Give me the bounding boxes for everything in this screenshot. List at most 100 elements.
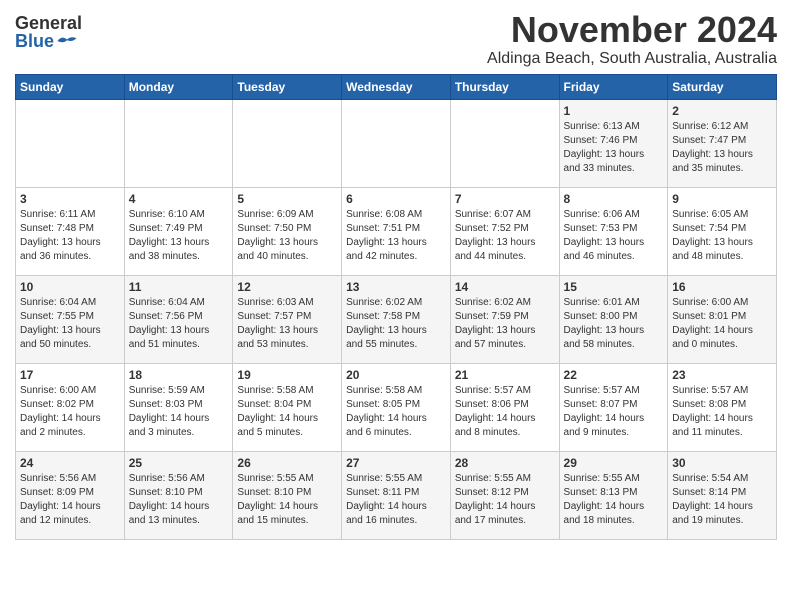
day-number: 27 xyxy=(346,456,446,470)
table-row xyxy=(450,99,559,187)
page-header: General Blue November 2024 Aldinga Beach… xyxy=(15,10,777,68)
table-row: 13Sunrise: 6:02 AM Sunset: 7:58 PM Dayli… xyxy=(342,275,451,363)
day-info: Sunrise: 5:55 AM Sunset: 8:13 PM Dayligh… xyxy=(564,472,664,528)
table-row: 27 Sunrise: 5:55 AM Sunset: 8:11 PM Dayli… xyxy=(342,451,451,539)
day-number: 20 xyxy=(346,368,446,382)
day-number: 5 xyxy=(237,192,337,206)
table-row: 24 Sunrise: 5:56 AM Sunset: 8:09 PM Dayli… xyxy=(16,451,125,539)
table-row: 6 Sunrise: 6:08 AM Sunset: 7:51 PM Daylig… xyxy=(342,187,451,275)
table-row xyxy=(342,99,451,187)
col-thursday: Thursday xyxy=(450,74,559,99)
day-number: 7 xyxy=(455,192,555,206)
table-row: 26 Sunrise: 5:55 AM Sunset: 8:10 PM Dayli… xyxy=(233,451,342,539)
day-number: 26 xyxy=(237,456,337,470)
logo: General Blue xyxy=(15,10,82,50)
day-info: Sunrise: 6:12 AM Sunset: 7:47 PM Dayligh… xyxy=(672,120,772,176)
day-info: Sunrise: 5:54 AM Sunset: 8:14 PM Dayligh… xyxy=(672,472,772,528)
day-info: Sunrise: 6:05 AM Sunset: 7:54 PM Dayligh… xyxy=(672,208,772,264)
day-number: 11 xyxy=(129,280,229,294)
col-saturday: Saturday xyxy=(668,74,777,99)
table-row xyxy=(124,99,233,187)
table-row: 22Sunrise: 5:57 AM Sunset: 8:07 PM Dayli… xyxy=(559,363,668,451)
day-number: 13 xyxy=(346,280,446,294)
day-number: 29 xyxy=(564,456,664,470)
day-number: 16 xyxy=(672,280,772,294)
day-info: Sunrise: 6:01 AM Sunset: 8:00 PM Dayligh… xyxy=(564,296,664,352)
day-number: 1 xyxy=(564,104,664,118)
day-number: 6 xyxy=(346,192,446,206)
table-row: 9 Sunrise: 6:05 AM Sunset: 7:54 PM Daylig… xyxy=(668,187,777,275)
day-info: Sunrise: 6:09 AM Sunset: 7:50 PM Dayligh… xyxy=(237,208,337,264)
location-title: Aldinga Beach, South Australia, Australi… xyxy=(487,50,777,68)
day-info: Sunrise: 6:00 AM Sunset: 8:02 PM Dayligh… xyxy=(20,384,120,440)
calendar-table: Sunday Monday Tuesday Wednesday Thursday… xyxy=(15,74,777,540)
col-sunday: Sunday xyxy=(16,74,125,99)
logo-blue-text: Blue xyxy=(15,32,78,50)
table-row: 19Sunrise: 5:58 AM Sunset: 8:04 PM Dayli… xyxy=(233,363,342,451)
day-number: 3 xyxy=(20,192,120,206)
calendar-header: Sunday Monday Tuesday Wednesday Thursday… xyxy=(16,74,777,99)
table-row: 10 Sunrise: 6:04 AM Sunset: 7:55 PM Dayli… xyxy=(16,275,125,363)
day-info: Sunrise: 5:58 AM Sunset: 8:04 PM Dayligh… xyxy=(237,384,337,440)
day-number: 12 xyxy=(237,280,337,294)
table-row: 3Sunrise: 6:11 AM Sunset: 7:48 PM Daylig… xyxy=(16,187,125,275)
day-info: Sunrise: 6:10 AM Sunset: 7:49 PM Dayligh… xyxy=(129,208,229,264)
day-info: Sunrise: 5:58 AM Sunset: 8:05 PM Dayligh… xyxy=(346,384,446,440)
table-row: 8 Sunrise: 6:06 AM Sunset: 7:53 PM Daylig… xyxy=(559,187,668,275)
table-row: 28 Sunrise: 5:55 AM Sunset: 8:12 PM Dayli… xyxy=(450,451,559,539)
title-block: November 2024 Aldinga Beach, South Austr… xyxy=(487,10,777,68)
day-info: Sunrise: 5:55 AM Sunset: 8:12 PM Dayligh… xyxy=(455,472,555,528)
table-row: 12 Sunrise: 6:03 AM Sunset: 7:57 PM Dayli… xyxy=(233,275,342,363)
logo-bird-icon xyxy=(56,33,78,49)
day-number: 10 xyxy=(20,280,120,294)
table-row: 23 Sunrise: 5:57 AM Sunset: 8:08 PM Dayli… xyxy=(668,363,777,451)
table-row: 25 Sunrise: 5:56 AM Sunset: 8:10 PM Dayli… xyxy=(124,451,233,539)
col-tuesday: Tuesday xyxy=(233,74,342,99)
day-number: 21 xyxy=(455,368,555,382)
table-row: 29 Sunrise: 5:55 AM Sunset: 8:13 PM Dayli… xyxy=(559,451,668,539)
table-row: 30Sunrise: 5:54 AM Sunset: 8:14 PM Dayli… xyxy=(668,451,777,539)
day-number: 17 xyxy=(20,368,120,382)
day-info: Sunrise: 5:59 AM Sunset: 8:03 PM Dayligh… xyxy=(129,384,229,440)
day-info: Sunrise: 6:06 AM Sunset: 7:53 PM Dayligh… xyxy=(564,208,664,264)
day-info: Sunrise: 6:03 AM Sunset: 7:57 PM Dayligh… xyxy=(237,296,337,352)
day-number: 25 xyxy=(129,456,229,470)
table-row: 20 Sunrise: 5:58 AM Sunset: 8:05 PM Dayli… xyxy=(342,363,451,451)
calendar-week-row: 1Sunrise: 6:13 AM Sunset: 7:46 PM Daylig… xyxy=(16,99,777,187)
col-friday: Friday xyxy=(559,74,668,99)
day-info: Sunrise: 6:04 AM Sunset: 7:55 PM Dayligh… xyxy=(20,296,120,352)
day-info: Sunrise: 5:56 AM Sunset: 8:10 PM Dayligh… xyxy=(129,472,229,528)
day-number: 8 xyxy=(564,192,664,206)
calendar-week-row: 17 Sunrise: 6:00 AM Sunset: 8:02 PM Dayli… xyxy=(16,363,777,451)
day-info: Sunrise: 5:57 AM Sunset: 8:06 PM Dayligh… xyxy=(455,384,555,440)
day-info: Sunrise: 5:55 AM Sunset: 8:10 PM Dayligh… xyxy=(237,472,337,528)
table-row: 11Sunrise: 6:04 AM Sunset: 7:56 PM Dayli… xyxy=(124,275,233,363)
calendar-body: 1Sunrise: 6:13 AM Sunset: 7:46 PM Daylig… xyxy=(16,99,777,539)
day-info: Sunrise: 6:08 AM Sunset: 7:51 PM Dayligh… xyxy=(346,208,446,264)
day-info: Sunrise: 6:07 AM Sunset: 7:52 PM Dayligh… xyxy=(455,208,555,264)
table-row: 15Sunrise: 6:01 AM Sunset: 8:00 PM Dayli… xyxy=(559,275,668,363)
day-info: Sunrise: 6:00 AM Sunset: 8:01 PM Dayligh… xyxy=(672,296,772,352)
day-info: Sunrise: 5:55 AM Sunset: 8:11 PM Dayligh… xyxy=(346,472,446,528)
day-number: 9 xyxy=(672,192,772,206)
day-number: 24 xyxy=(20,456,120,470)
table-row: 18Sunrise: 5:59 AM Sunset: 8:03 PM Dayli… xyxy=(124,363,233,451)
logo-general-text: General xyxy=(15,14,82,32)
calendar-week-row: 3Sunrise: 6:11 AM Sunset: 7:48 PM Daylig… xyxy=(16,187,777,275)
table-row: 17 Sunrise: 6:00 AM Sunset: 8:02 PM Dayli… xyxy=(16,363,125,451)
day-number: 28 xyxy=(455,456,555,470)
header-row: Sunday Monday Tuesday Wednesday Thursday… xyxy=(16,74,777,99)
col-wednesday: Wednesday xyxy=(342,74,451,99)
month-title: November 2024 xyxy=(487,10,777,50)
day-number: 22 xyxy=(564,368,664,382)
table-row: 5 Sunrise: 6:09 AM Sunset: 7:50 PM Daylig… xyxy=(233,187,342,275)
col-monday: Monday xyxy=(124,74,233,99)
day-number: 23 xyxy=(672,368,772,382)
day-number: 2 xyxy=(672,104,772,118)
day-info: Sunrise: 5:57 AM Sunset: 8:08 PM Dayligh… xyxy=(672,384,772,440)
table-row: 16 Sunrise: 6:00 AM Sunset: 8:01 PM Dayli… xyxy=(668,275,777,363)
day-info: Sunrise: 6:02 AM Sunset: 7:59 PM Dayligh… xyxy=(455,296,555,352)
table-row xyxy=(233,99,342,187)
table-row xyxy=(16,99,125,187)
day-info: Sunrise: 5:56 AM Sunset: 8:09 PM Dayligh… xyxy=(20,472,120,528)
